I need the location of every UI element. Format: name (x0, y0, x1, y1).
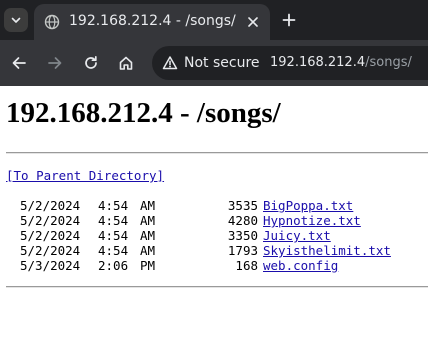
tab-close-button[interactable] (244, 13, 262, 31)
reload-icon (85, 55, 97, 69)
file-ampm: AM (140, 198, 156, 213)
file-date: 5/3/2024 (20, 258, 81, 273)
file-link[interactable]: Skyisthelimit.txt (263, 243, 391, 258)
tab-search-button[interactable] (4, 8, 28, 32)
security-label: Not secure (184, 55, 260, 71)
close-icon (248, 17, 258, 27)
file-ampm: PM (140, 258, 156, 273)
file-time: 4:54 (98, 243, 129, 258)
file-date: 5/2/2024 (20, 198, 81, 213)
file-size: 4280 (227, 213, 258, 228)
url-path: /songs/ (365, 55, 412, 70)
plus-icon (282, 13, 296, 27)
file-size: 3350 (227, 228, 258, 243)
active-tab[interactable]: 192.168.212.4 - /songs/ (34, 4, 270, 40)
browser-toolbar: Not secure 192.168.212.4/songs/ (0, 40, 428, 86)
file-size: 3535 (227, 198, 258, 213)
file-time: 4:54 (98, 213, 129, 228)
divider (6, 286, 428, 288)
list-item: 5/2/2024 4:54 AM 3350 Juicy.txt (6, 228, 331, 243)
address-bar[interactable]: Not secure 192.168.212.4/songs/ (152, 46, 428, 80)
file-link[interactable]: web.config (263, 258, 338, 273)
arrow-right-icon (48, 57, 62, 69)
file-link[interactable]: Hypnotize.txt (263, 213, 361, 228)
file-link[interactable]: BigPoppa.txt (263, 198, 353, 213)
arrow-left-icon (12, 57, 26, 69)
url-text[interactable]: 192.168.212.4/songs/ (270, 55, 412, 70)
home-icon (119, 56, 133, 70)
list-item: 5/2/2024 4:54 AM 4280 Hypnotize.txt (6, 213, 361, 228)
forward-button[interactable] (43, 51, 67, 75)
file-date: 5/2/2024 (20, 228, 81, 243)
file-time: 2:06 (98, 258, 129, 273)
list-item: 5/2/2024 4:54 AM 1793 Skyisthelimit.txt (6, 243, 391, 258)
url-host: 192.168.212.4 (270, 55, 366, 70)
file-listing: 5/2/2024 4:54 AM 3535 BigPoppa.txt 5/2/2… (6, 198, 391, 273)
back-button[interactable] (7, 51, 31, 75)
tab-strip: 192.168.212.4 - /songs/ (0, 0, 428, 40)
reload-button[interactable] (79, 51, 103, 75)
page-title: 192.168.212.4 - /songs/ (6, 97, 281, 129)
file-size: 168 (235, 258, 258, 273)
globe-icon (44, 14, 60, 30)
warning-icon (162, 56, 178, 70)
new-tab-button[interactable] (278, 9, 300, 31)
file-ampm: AM (140, 213, 156, 228)
file-time: 4:54 (98, 228, 129, 243)
file-link[interactable]: Juicy.txt (263, 228, 331, 243)
tab-title: 192.168.212.4 - /songs/ (69, 13, 236, 29)
list-item: 5/2/2024 4:54 AM 3535 BigPoppa.txt (6, 198, 353, 213)
file-ampm: AM (140, 228, 156, 243)
file-ampm: AM (140, 243, 156, 258)
home-button[interactable] (114, 51, 138, 75)
chevron-down-icon (11, 17, 21, 23)
security-indicator[interactable]: Not secure (162, 53, 260, 73)
parent-directory-link[interactable]: [To Parent Directory] (6, 168, 164, 183)
divider (6, 152, 428, 154)
file-date: 5/2/2024 (20, 213, 81, 228)
file-date: 5/2/2024 (20, 243, 81, 258)
file-size: 1793 (227, 243, 258, 258)
file-time: 4:54 (98, 198, 129, 213)
list-item: 5/3/2024 2:06 PM 168 web.config (6, 258, 338, 273)
page-content: 192.168.212.4 - /songs/ [To Parent Direc… (0, 86, 428, 302)
